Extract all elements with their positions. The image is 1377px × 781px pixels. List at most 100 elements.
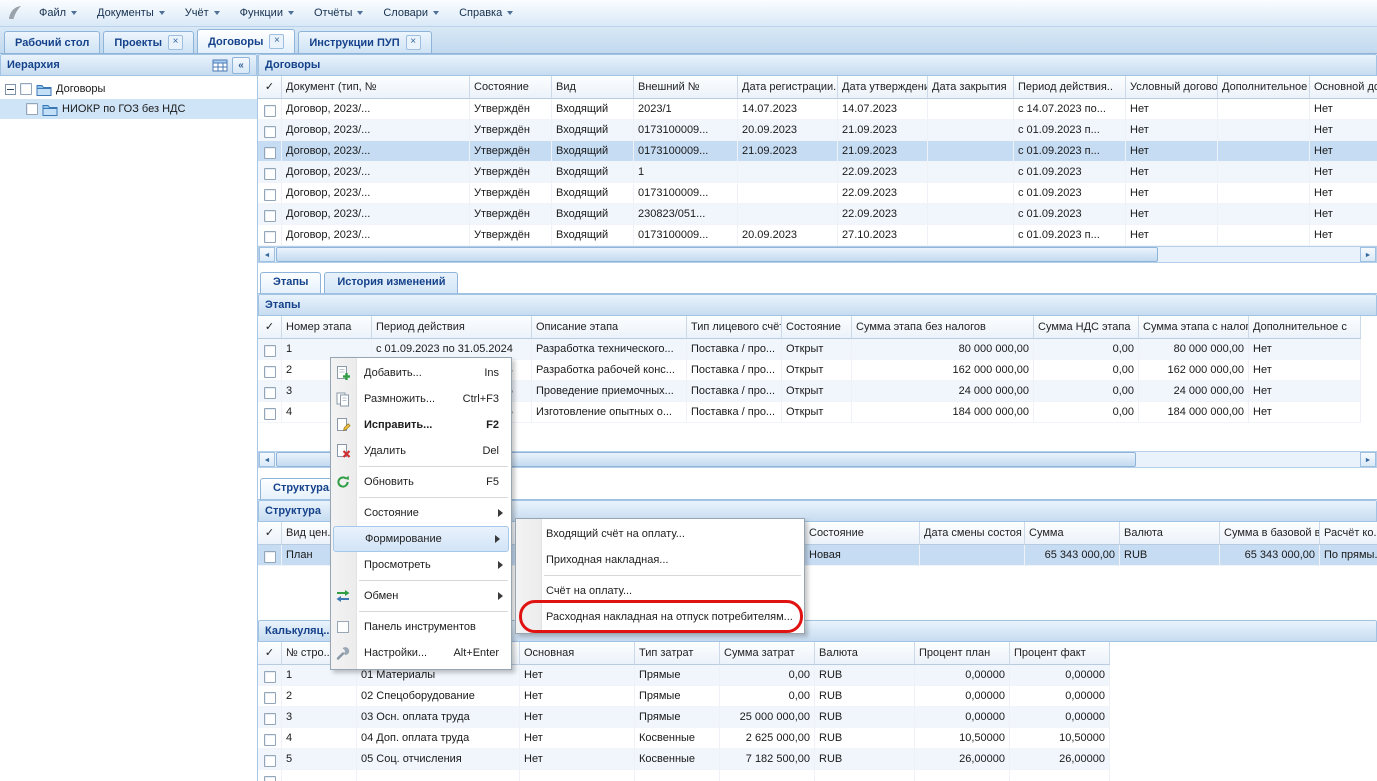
table-row[interactable]: Договор, 2023/...УтверждёнВходящий017310… <box>258 141 1377 162</box>
node-checkbox[interactable] <box>26 103 38 115</box>
tab-contracts[interactable]: Договоры× <box>197 29 295 53</box>
column-header[interactable]: Номер этапа <box>282 316 372 339</box>
column-header[interactable]: Сумма этапа без налогов <box>852 316 1034 339</box>
table-row[interactable]: 303 Осн. оплата трудаНетПрямые25 000 000… <box>258 707 1110 728</box>
column-header[interactable]: Документ (тип, № <box>282 76 470 99</box>
menu-reports[interactable]: Отчёты <box>305 4 372 22</box>
select-all-header[interactable]: ✓ <box>258 76 282 99</box>
menu-item-add[interactable]: Добавить... Ins <box>331 360 511 386</box>
menu-item-refresh[interactable]: Обновить F5 <box>331 469 511 495</box>
column-header[interactable]: Сумма в базовой в <box>1220 522 1320 545</box>
menu-accounting[interactable]: Учёт <box>176 4 229 22</box>
table-row[interactable]: Договор, 2023/...УтверждёнВходящий122.09… <box>258 162 1377 183</box>
column-header[interactable]: Описание этапа <box>532 316 687 339</box>
column-header[interactable]: Основная <box>520 642 635 665</box>
column-header[interactable]: Тип затрат <box>635 642 720 665</box>
menu-item-state[interactable]: Состояние <box>331 500 511 526</box>
menu-item-settings[interactable]: Настройки... Alt+Enter <box>331 640 511 666</box>
menu-item-view[interactable]: Просмотреть <box>331 552 511 578</box>
menu-item-formation[interactable]: Формирование <box>333 526 509 552</box>
row-checkbox[interactable] <box>264 776 276 781</box>
column-header[interactable]: Процент факт <box>1010 642 1110 665</box>
menu-item-toolbar-panel[interactable]: Панель инструментов <box>331 614 511 640</box>
scroll-right-button[interactable]: ► <box>1360 452 1376 467</box>
menu-functions[interactable]: Функции <box>231 4 303 22</box>
column-header[interactable]: Дополнительное с <box>1249 316 1361 339</box>
row-checkbox[interactable] <box>264 210 276 222</box>
row-checkbox[interactable] <box>264 713 276 725</box>
column-header[interactable]: Тип лицевого счёт <box>687 316 782 339</box>
collapse-node-icon[interactable] <box>5 84 16 95</box>
column-header[interactable]: Условный договор <box>1126 76 1218 99</box>
table-view-icon[interactable] <box>212 58 228 73</box>
column-header[interactable]: Состояние <box>805 522 920 545</box>
close-tab-icon[interactable]: × <box>406 35 421 50</box>
table-row[interactable]: 404 Доп. оплата трудаНетКосвенные2 625 0… <box>258 728 1110 749</box>
tab-instructions[interactable]: Инструкции ПУП× <box>298 31 431 53</box>
tree-node-contracts[interactable]: Договоры <box>0 79 257 99</box>
column-header[interactable]: Сумма затрат <box>720 642 815 665</box>
row-checkbox[interactable] <box>264 345 276 357</box>
row-checkbox[interactable] <box>264 551 276 563</box>
close-tab-icon[interactable]: × <box>168 35 183 50</box>
column-header[interactable]: Сумма этапа с налогами <box>1139 316 1249 339</box>
tree-node-niokr[interactable]: НИОКР по ГОЗ без НДС <box>0 99 257 119</box>
column-header[interactable]: Вид <box>552 76 634 99</box>
row-checkbox[interactable] <box>264 671 276 683</box>
table-row[interactable]: Договор, 2023/...УтверждёнВходящий017310… <box>258 183 1377 204</box>
scroll-left-button[interactable]: ◄ <box>259 452 275 467</box>
column-header[interactable]: Расчёт ко... <box>1320 522 1377 545</box>
scroll-right-button[interactable]: ► <box>1360 247 1376 262</box>
tab-projects[interactable]: Проекты× <box>103 31 194 53</box>
menu-item-delete[interactable]: Удалить Del <box>331 438 511 464</box>
column-header[interactable]: Процент план <box>915 642 1010 665</box>
column-header[interactable]: Основной договор <box>1310 76 1377 99</box>
menu-item-duplicate[interactable]: Размножить... Ctrl+F3 <box>331 386 511 412</box>
row-checkbox[interactable] <box>264 147 276 159</box>
node-checkbox[interactable] <box>20 83 32 95</box>
submenu-item-incoming-invoice[interactable]: Входящий счёт на оплату... <box>516 521 804 547</box>
column-header[interactable]: Сумма НДС этапа <box>1034 316 1139 339</box>
scrollbar-thumb[interactable] <box>276 247 1158 262</box>
row-checkbox[interactable] <box>264 231 276 243</box>
select-all-header[interactable]: ✓ <box>258 642 282 665</box>
column-header[interactable]: Дата закрытия <box>928 76 1014 99</box>
menu-item-edit[interactable]: Исправить... F2 <box>331 412 511 438</box>
contracts-hscrollbar[interactable]: ◄ ► <box>258 246 1377 263</box>
row-checkbox[interactable] <box>264 189 276 201</box>
column-header[interactable]: Внешний № <box>634 76 738 99</box>
submenu-item-goods-receipt-note[interactable]: Приходная накладная... <box>516 547 804 573</box>
table-row[interactable]: Договор, 2023/...УтверждёнВходящий017310… <box>258 120 1377 141</box>
column-header[interactable]: Дата регистрации. <box>738 76 838 99</box>
column-header[interactable]: Валюта <box>815 642 915 665</box>
column-header[interactable]: Валюта <box>1120 522 1220 545</box>
column-header[interactable]: Сумма <box>1025 522 1120 545</box>
column-header[interactable]: Дата смены состоя <box>920 522 1025 545</box>
column-header[interactable]: Дата утверждения <box>838 76 928 99</box>
menu-dictionaries[interactable]: Словари <box>374 4 448 22</box>
scroll-left-button[interactable]: ◄ <box>259 247 275 262</box>
table-row[interactable] <box>258 770 1110 781</box>
table-row[interactable]: Договор, 2023/...УтверждёнВходящий230823… <box>258 204 1377 225</box>
menu-help[interactable]: Справка <box>450 4 522 22</box>
menu-documents[interactable]: Документы <box>88 4 174 22</box>
menu-item-exchange[interactable]: Обмен <box>331 583 511 609</box>
select-all-header[interactable]: ✓ <box>258 316 282 339</box>
row-checkbox[interactable] <box>264 755 276 767</box>
column-header[interactable]: Период действия <box>372 316 532 339</box>
column-header[interactable]: Дополнительное с <box>1218 76 1310 99</box>
tab-history[interactable]: История изменений <box>324 272 458 293</box>
row-checkbox[interactable] <box>264 387 276 399</box>
table-row[interactable]: Договор, 2023/...УтверждёнВходящий2023/1… <box>258 99 1377 120</box>
select-all-header[interactable]: ✓ <box>258 522 282 545</box>
submenu-item-consumer-dispatch-note[interactable]: Расходная накладная на отпуск потребител… <box>516 604 804 630</box>
menu-file[interactable]: Файл <box>30 4 86 22</box>
table-row[interactable]: Договор, 2023/...УтверждёнВходящий017310… <box>258 225 1377 246</box>
row-checkbox[interactable] <box>264 734 276 746</box>
row-checkbox[interactable] <box>264 168 276 180</box>
close-tab-icon[interactable]: × <box>269 34 284 49</box>
tab-desktop[interactable]: Рабочий стол <box>4 31 100 53</box>
table-row[interactable]: 202 СпецоборудованиеНетПрямые0,00RUB0,00… <box>258 686 1110 707</box>
row-checkbox[interactable] <box>264 105 276 117</box>
column-header[interactable]: Состояние <box>470 76 552 99</box>
